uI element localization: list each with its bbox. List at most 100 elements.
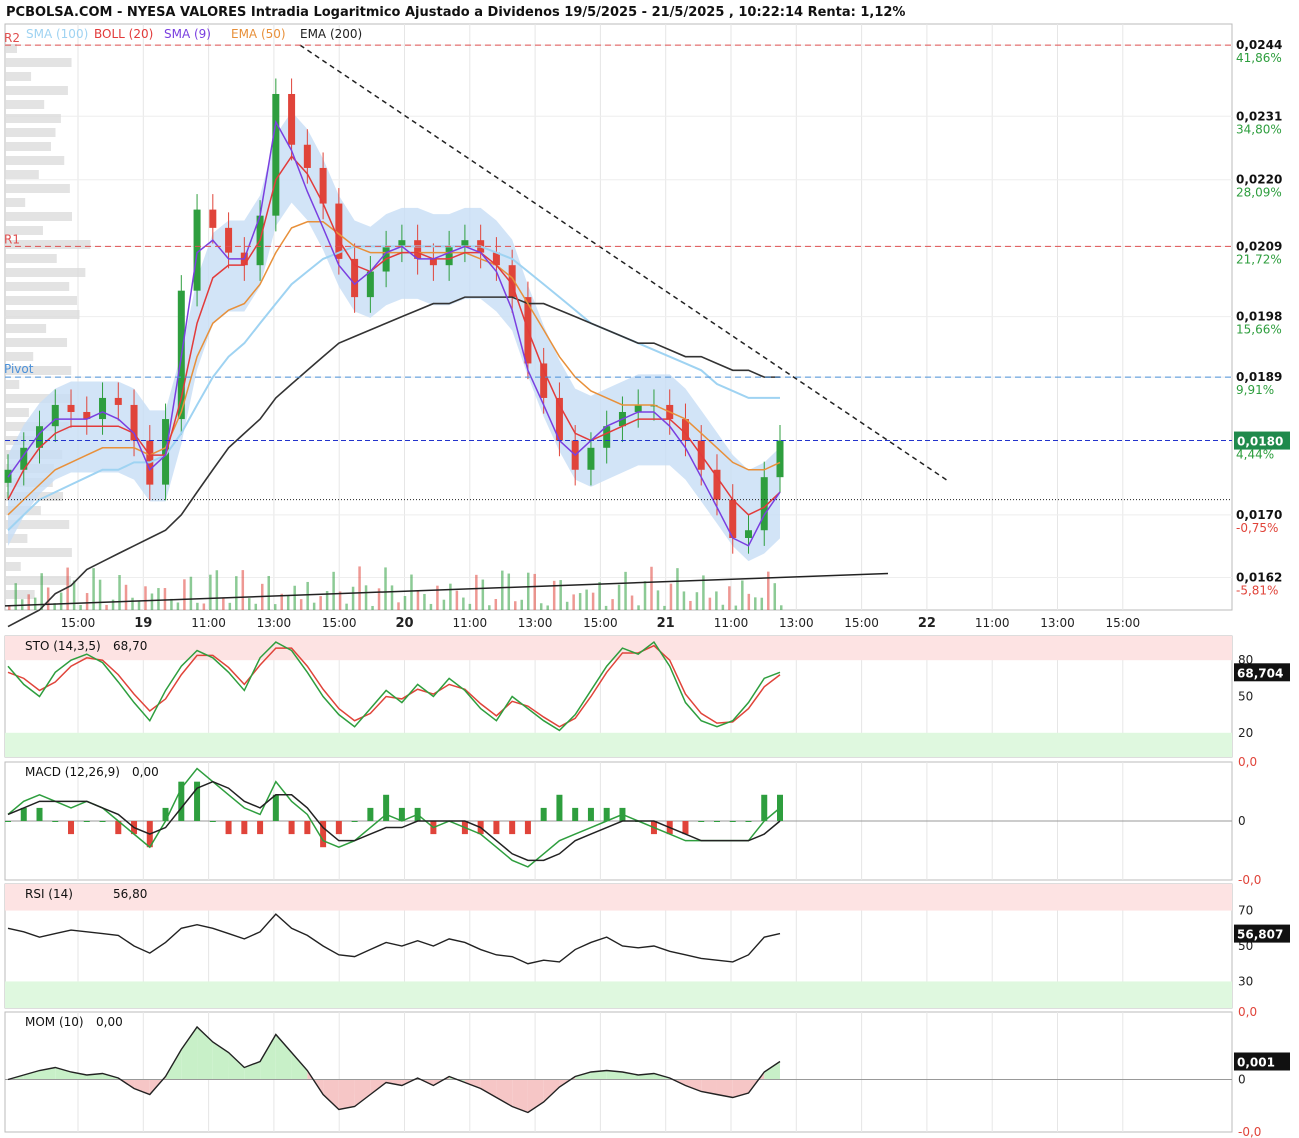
x-tick-label: 11:00 — [191, 616, 226, 630]
sto-tick-label: 50 — [1238, 690, 1253, 704]
candle — [225, 227, 233, 253]
macd-histogram-bar — [572, 807, 579, 821]
volume-bar — [410, 574, 413, 610]
volume-bar — [572, 594, 575, 610]
volume-bar — [455, 590, 459, 610]
y-tick-label: 0,0220 — [1236, 173, 1282, 187]
mom-fill — [354, 1079, 371, 1107]
mom-fill — [685, 1079, 702, 1092]
volume-bar — [299, 599, 303, 610]
mom-line — [7, 1025, 781, 1114]
volume-bar — [578, 593, 582, 610]
volume-bar — [131, 597, 134, 610]
volume-profile-bar — [5, 590, 35, 599]
macd-histogram-bar — [5, 821, 11, 822]
x-tick-label: 13:00 — [257, 616, 292, 630]
volume-bar — [59, 592, 63, 610]
volume-bar — [124, 584, 128, 610]
x-tick-label: 21 — [657, 616, 675, 631]
legend-item: EMA (50) — [231, 27, 286, 41]
volume-bar — [254, 603, 258, 610]
macd-histogram-bar — [682, 821, 689, 835]
volume-bar — [669, 583, 673, 610]
volume-bar — [228, 602, 232, 610]
volume-bar — [371, 605, 374, 610]
volume-bar — [183, 579, 186, 610]
mom-tick-label: 0,0 — [1238, 1005, 1257, 1019]
candle — [634, 404, 642, 412]
volume-bar — [526, 572, 530, 610]
legend-item: SMA (9) — [164, 27, 211, 41]
volume-profile-bar — [5, 352, 34, 361]
volume-bar — [144, 586, 147, 610]
y-pct-label: -0,75% — [1236, 521, 1278, 535]
macd-histogram-bar — [367, 807, 374, 821]
mom-fill — [543, 1079, 560, 1102]
volume-bar — [312, 602, 316, 610]
volume-bar — [468, 603, 472, 610]
volume-bar — [643, 581, 647, 610]
volume-profile-bar — [5, 562, 21, 571]
volume-bar — [754, 597, 757, 610]
r1-label: R1 — [4, 232, 20, 246]
mom-fill — [181, 1027, 198, 1080]
x-tick-label: 15:00 — [61, 616, 96, 630]
y-tick-label: 0,0209 — [1236, 239, 1282, 253]
chart-canvas: 15:00 19 11:00 13:00 15:00 20 11:00 13:00 15:00 2… — [4, 23, 1290, 1138]
x-tick-label: 15:00 — [1106, 616, 1141, 630]
macd-tick-label: -0,0 — [1238, 873, 1261, 887]
y-pct-label: 9,91% — [1236, 383, 1274, 397]
volume-bar — [332, 571, 335, 610]
volume-bar — [663, 605, 666, 610]
macd-histogram-bar — [225, 821, 232, 835]
volume-bar — [695, 592, 699, 610]
macd-histogram-bar — [162, 807, 169, 821]
candle — [67, 404, 75, 412]
volume-profile-bar — [5, 156, 65, 165]
candle — [272, 93, 280, 216]
volume-profile-bar — [5, 142, 51, 151]
volume-bar — [539, 603, 543, 610]
volume-profile-bar — [5, 72, 32, 81]
volume-bar — [403, 596, 407, 610]
volume-profile-bar — [5, 548, 72, 557]
volume-bar — [494, 599, 498, 610]
volume-bar — [780, 605, 783, 610]
volume-bar — [293, 585, 296, 610]
volume-bar — [429, 603, 433, 610]
sma9-line — [7, 119, 781, 547]
volume-bar — [585, 589, 588, 610]
volume-bar — [384, 567, 387, 610]
macd-histogram-bar — [587, 807, 594, 821]
macd-histogram-bar — [524, 821, 531, 835]
macd-histogram-bar — [603, 807, 610, 821]
volume-bar — [358, 566, 361, 610]
volume-bar — [118, 575, 121, 610]
volume-bar — [92, 568, 95, 610]
volume-profile-bar — [5, 86, 68, 95]
macd-histogram-bar — [36, 807, 43, 821]
volume-profile-bar — [5, 338, 68, 347]
volume-profile-bar — [5, 380, 20, 389]
y-tick-label: 0,0244 — [1236, 38, 1282, 52]
volume-bar — [617, 584, 621, 610]
sto-overbought-zone — [5, 636, 1232, 661]
candle — [776, 440, 784, 478]
candle — [114, 397, 122, 405]
legend-item: BOLL (20) — [94, 27, 153, 41]
volume-bar — [423, 593, 426, 610]
volume-bar — [630, 595, 634, 610]
volume-bar — [397, 602, 400, 610]
volume-profile-bar — [5, 408, 29, 417]
macd-histogram-bar — [288, 821, 295, 835]
volume-profile-bar — [5, 58, 72, 67]
volume-bar — [449, 583, 452, 610]
candle — [744, 530, 752, 538]
volume-bar — [559, 580, 562, 610]
volume-bar — [105, 604, 108, 610]
volume-profile-bar — [5, 268, 86, 277]
volume-profile-bar — [5, 184, 70, 193]
volume-bar — [306, 581, 309, 610]
volume-bar — [351, 586, 355, 610]
volume-bar — [157, 588, 160, 610]
